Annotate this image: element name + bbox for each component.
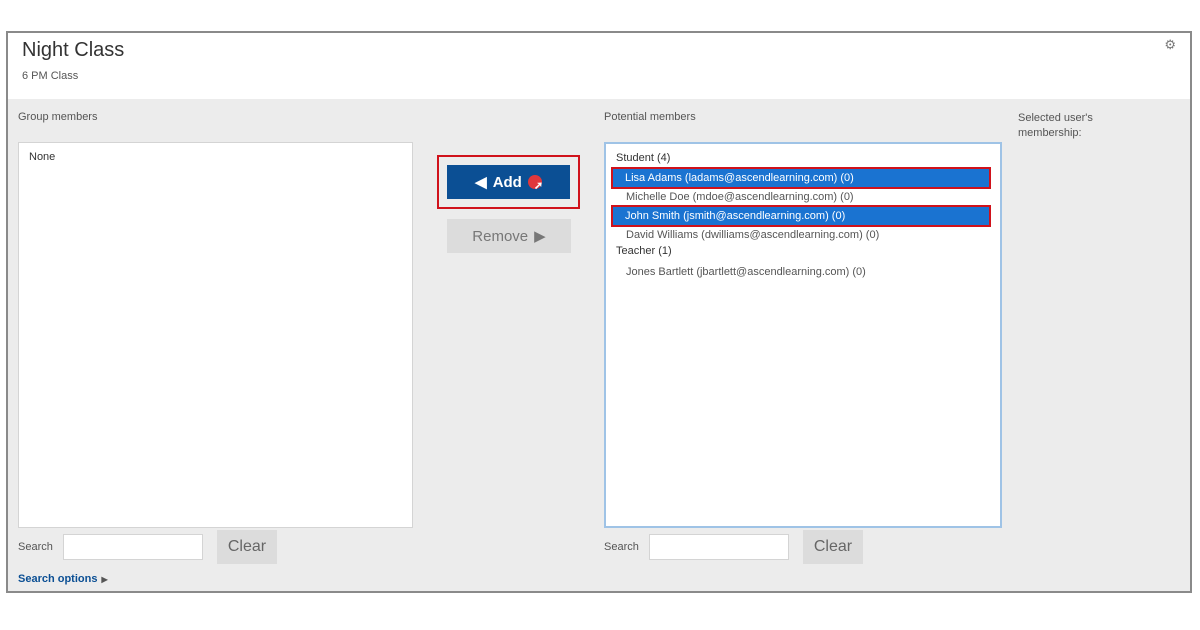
- remove-button[interactable]: Remove ▶: [447, 219, 571, 253]
- page-header: Night Class 6 PM Class ⚙: [8, 33, 1190, 99]
- arrow-right-icon: ▶: [534, 228, 546, 245]
- selected-membership-label: Selected user's membership:: [1018, 112, 1093, 139]
- chevron-right-icon: ▶: [101, 575, 108, 584]
- cursor-icon: ➚: [527, 175, 543, 192]
- potential-members-label: Potential members: [604, 111, 696, 123]
- search-options-link[interactable]: Search options ▶: [18, 573, 108, 585]
- add-button-label: Add: [492, 173, 522, 191]
- add-button-highlight: ◀ Add ➚: [437, 155, 580, 209]
- group-membership-panel: Night Class 6 PM Class ⚙ Group members N…: [6, 31, 1192, 593]
- arrow-left-icon: ◀: [475, 174, 487, 191]
- group-members-listbox[interactable]: None: [18, 142, 413, 528]
- page-subtitle: 6 PM Class: [22, 70, 79, 82]
- gear-icon[interactable]: ⚙: [1164, 37, 1176, 53]
- add-button[interactable]: ◀ Add ➚: [447, 165, 570, 199]
- option-jones-bartlett[interactable]: Jones Bartlett (jbartlett@ascendlearning…: [614, 263, 988, 281]
- option-john-smith[interactable]: John Smith (jsmith@ascendlearning.com) (…: [611, 205, 991, 227]
- remove-button-label: Remove: [472, 227, 529, 245]
- left-search-input[interactable]: [63, 534, 203, 560]
- group-members-label: Group members: [18, 111, 98, 123]
- empty-text: None: [29, 151, 56, 163]
- potential-members-listbox[interactable]: Student (4) Lisa Adams (ladams@ascendlea…: [604, 142, 1002, 528]
- right-search-input[interactable]: [649, 534, 789, 560]
- right-search-label: Search: [604, 541, 639, 553]
- option-michelle-doe[interactable]: Michelle Doe (mdoe@ascendlearning.com) (…: [614, 188, 988, 206]
- option-lisa-adams[interactable]: Lisa Adams (ladams@ascendlearning.com) (…: [611, 167, 991, 189]
- optgroup-student: Student (4): [616, 152, 671, 164]
- optgroup-teacher: Teacher (1): [616, 245, 672, 257]
- right-clear-button[interactable]: Clear: [803, 530, 863, 564]
- search-options-label: Search options: [18, 573, 98, 585]
- left-clear-button[interactable]: Clear: [217, 530, 277, 564]
- option-david-williams[interactable]: David Williams (dwilliams@ascendlearning…: [614, 226, 988, 244]
- page-title: Night Class: [22, 39, 125, 61]
- left-search-label: Search: [18, 541, 53, 553]
